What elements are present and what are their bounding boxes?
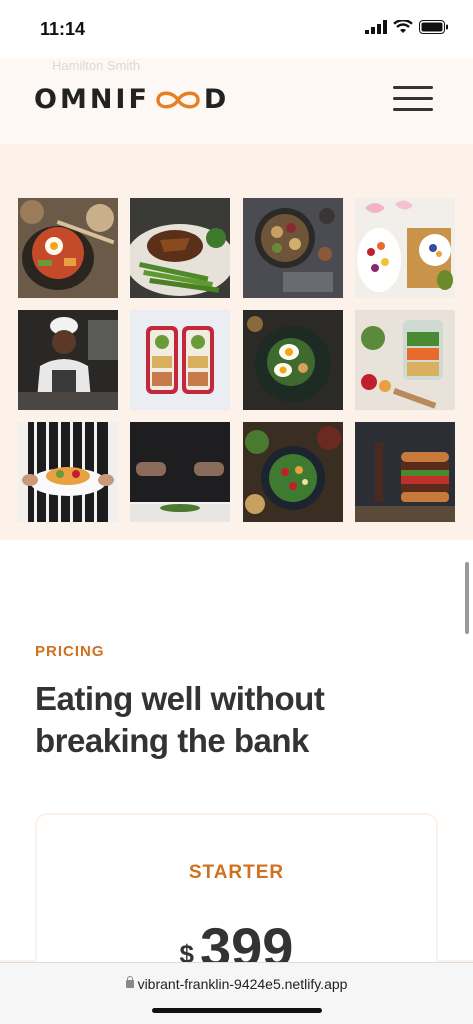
battery-icon — [419, 20, 448, 34]
infinity-icon — [156, 91, 200, 108]
gallery-item-chef-plate — [18, 422, 118, 522]
signal-icon — [365, 20, 387, 34]
status-icons — [365, 20, 449, 34]
gallery-item-jar-salad — [355, 310, 455, 410]
header-ghost-text: Hamilton Smith — [52, 58, 141, 73]
gallery-item-chef-plating — [130, 422, 230, 522]
url-text: vibrant-franklin-9424e5.netlify.app — [137, 976, 348, 992]
lock-icon — [125, 976, 134, 988]
gallery-item-meal-prep — [130, 310, 230, 410]
omnifood-logo[interactable]: OMNIF D — [34, 84, 229, 115]
gallery-item-fruit-breakfast — [355, 198, 455, 298]
browser-url-bar[interactable] — [0, 962, 473, 1024]
url-display[interactable]: vibrant-franklin-9424e5.netlify.app — [0, 976, 473, 992]
gallery-item-egg-salad — [243, 310, 343, 410]
gallery-item-salad-bowls — [243, 422, 343, 522]
pricing-heading: Eating well without breaking the bank — [35, 680, 325, 759]
pricing-subheading: PRICING — [35, 643, 105, 660]
logo-suffix: D — [203, 84, 230, 115]
hamburger-menu-button[interactable] — [393, 86, 433, 112]
gallery-item-dark-platter — [243, 198, 343, 298]
home-indicator[interactable] — [152, 1008, 322, 1013]
scrollbar-thumb[interactable] — [465, 562, 469, 634]
gallery-item-steak-asparagus — [130, 198, 230, 298]
logo-prefix: OMNIF — [34, 84, 150, 115]
plan-name: STARTER — [188, 862, 285, 883]
wifi-icon — [393, 20, 413, 33]
gallery-item-burger — [355, 422, 455, 522]
status-time: 11:14 — [40, 19, 86, 39]
gallery-item-bibimbap — [18, 198, 118, 298]
gallery-item-chef-cooking — [18, 310, 118, 410]
